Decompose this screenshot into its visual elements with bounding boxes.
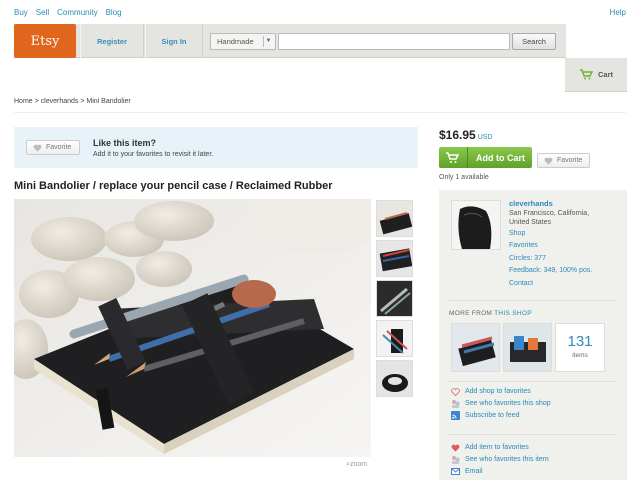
thumbnail-1[interactable]: [376, 200, 413, 237]
add-shop-to-favorites[interactable]: Add shop to favorites: [451, 387, 531, 396]
cart-icon: [579, 69, 593, 80]
more-item-thumbnail[interactable]: [451, 323, 500, 372]
nav-buy[interactable]: Buy: [14, 8, 28, 17]
etsy-logo[interactable]: Etsy: [14, 24, 76, 58]
favorite-label: Favorite: [46, 144, 72, 151]
add-shop-favorites-label: Add shop to favorites: [465, 388, 531, 395]
availability: Only 1 available: [439, 174, 489, 181]
people-icon: [451, 399, 460, 408]
divider: [449, 381, 617, 382]
top-nav: Buy Sell Community Blog: [14, 8, 122, 17]
cart-button[interactable]: Cart: [565, 58, 627, 92]
add-item-favorites-label: Add item to favorites: [465, 444, 529, 451]
heart-icon: [544, 157, 553, 165]
add-to-cart-label: Add to Cart: [476, 152, 525, 163]
breadcrumb[interactable]: Home > cleverhands > Mini Bandolier: [14, 98, 131, 105]
favorite-item-button[interactable]: Favorite: [537, 153, 590, 168]
search-button[interactable]: Search: [512, 33, 556, 50]
favorite-label: Favorite: [557, 157, 583, 164]
email-label: Email: [465, 468, 483, 475]
thumbnail-3[interactable]: [376, 280, 413, 317]
shop-name[interactable]: cleverhands: [509, 199, 553, 208]
thumbnail-4[interactable]: [376, 320, 413, 357]
mail-icon: [451, 467, 460, 476]
add-to-cart-button[interactable]: Add to Cart: [439, 147, 532, 168]
subscribe-feed-label: Subscribe to feed: [465, 412, 520, 419]
currency: USD: [477, 134, 493, 141]
nav-sell[interactable]: Sell: [36, 8, 49, 17]
see-who-favorites-shop-label: See who favorites this shop: [465, 400, 551, 407]
shop-info-box: cleverhands San Francisco, California, U…: [439, 190, 627, 480]
divider: [449, 434, 617, 435]
people-icon: [451, 455, 460, 464]
divider: [449, 300, 617, 301]
item-title: Mini Bandolier / replace your pencil cas…: [14, 180, 333, 192]
heart-icon: [451, 443, 460, 452]
signin-button[interactable]: Sign In: [145, 24, 203, 58]
divider: [467, 147, 468, 168]
item-count-number: 131: [567, 333, 593, 350]
cart-icon: [446, 151, 459, 163]
thumbnail-5[interactable]: [376, 360, 413, 397]
shop-link[interactable]: Shop: [509, 230, 525, 237]
search-category-select[interactable]: Handmade ▼: [210, 33, 276, 50]
more-from-shop-link[interactable]: THIS SHOP: [494, 310, 532, 317]
see-who-favorites-item[interactable]: See who favorites this item: [451, 455, 549, 464]
see-who-favorites-shop[interactable]: See who favorites this shop: [451, 399, 551, 408]
favorite-button[interactable]: Favorite: [26, 140, 80, 155]
subscribe-to-feed[interactable]: Subscribe to feed: [451, 411, 519, 420]
add-item-to-favorites[interactable]: Add item to favorites: [451, 443, 529, 452]
cart-label: Cart: [597, 70, 613, 79]
search-bar: Handmade ▼ Search: [210, 33, 556, 50]
see-who-favorites-item-label: See who favorites this item: [465, 456, 549, 463]
zoom-label: zoom: [349, 461, 368, 468]
feedback-link[interactable]: Feedback: 349, 100% pos.: [509, 267, 592, 274]
divider: [14, 112, 626, 113]
thumbnail-2[interactable]: [376, 240, 413, 277]
heart-outline-icon: [451, 387, 460, 396]
like-box: Favorite Like this item? Add it to your …: [14, 127, 418, 168]
site-header: Etsy Register Sign In Handmade ▼ Search: [14, 24, 566, 58]
like-subtitle: Add it to your favorites to revisit it l…: [93, 151, 214, 158]
zoom-link[interactable]: ⌕zoom: [346, 461, 367, 469]
help-link[interactable]: Help: [610, 8, 626, 17]
email-link[interactable]: Email: [451, 467, 483, 476]
price: $16.95 USD: [439, 128, 492, 142]
like-title: Like this item?: [93, 138, 157, 148]
item-count-label: items: [572, 352, 588, 359]
heart-icon: [33, 144, 42, 152]
shop-avatar[interactable]: [451, 200, 501, 250]
product-image[interactable]: [14, 199, 371, 457]
circles-link[interactable]: Circles: 377: [509, 255, 546, 262]
price-value: $16.95: [439, 128, 476, 142]
more-from-prefix: MORE FROM: [449, 310, 493, 317]
more-from-header: MORE FROM THIS SHOP: [449, 310, 532, 317]
chevron-down-icon: ▼: [263, 36, 273, 47]
search-input[interactable]: [278, 33, 510, 50]
nav-community[interactable]: Community: [57, 8, 97, 17]
favorites-link[interactable]: Favorites: [509, 242, 538, 249]
shop-location: San Francisco, California, United States: [509, 210, 590, 226]
shop-item-count[interactable]: 131 items: [555, 323, 605, 372]
register-button[interactable]: Register: [80, 24, 144, 58]
rss-icon: [451, 411, 460, 420]
more-item-thumbnail[interactable]: [503, 323, 552, 372]
contact-link[interactable]: Contact: [509, 280, 533, 287]
search-category-value: Handmade: [217, 37, 254, 46]
nav-blog[interactable]: Blog: [106, 8, 122, 17]
